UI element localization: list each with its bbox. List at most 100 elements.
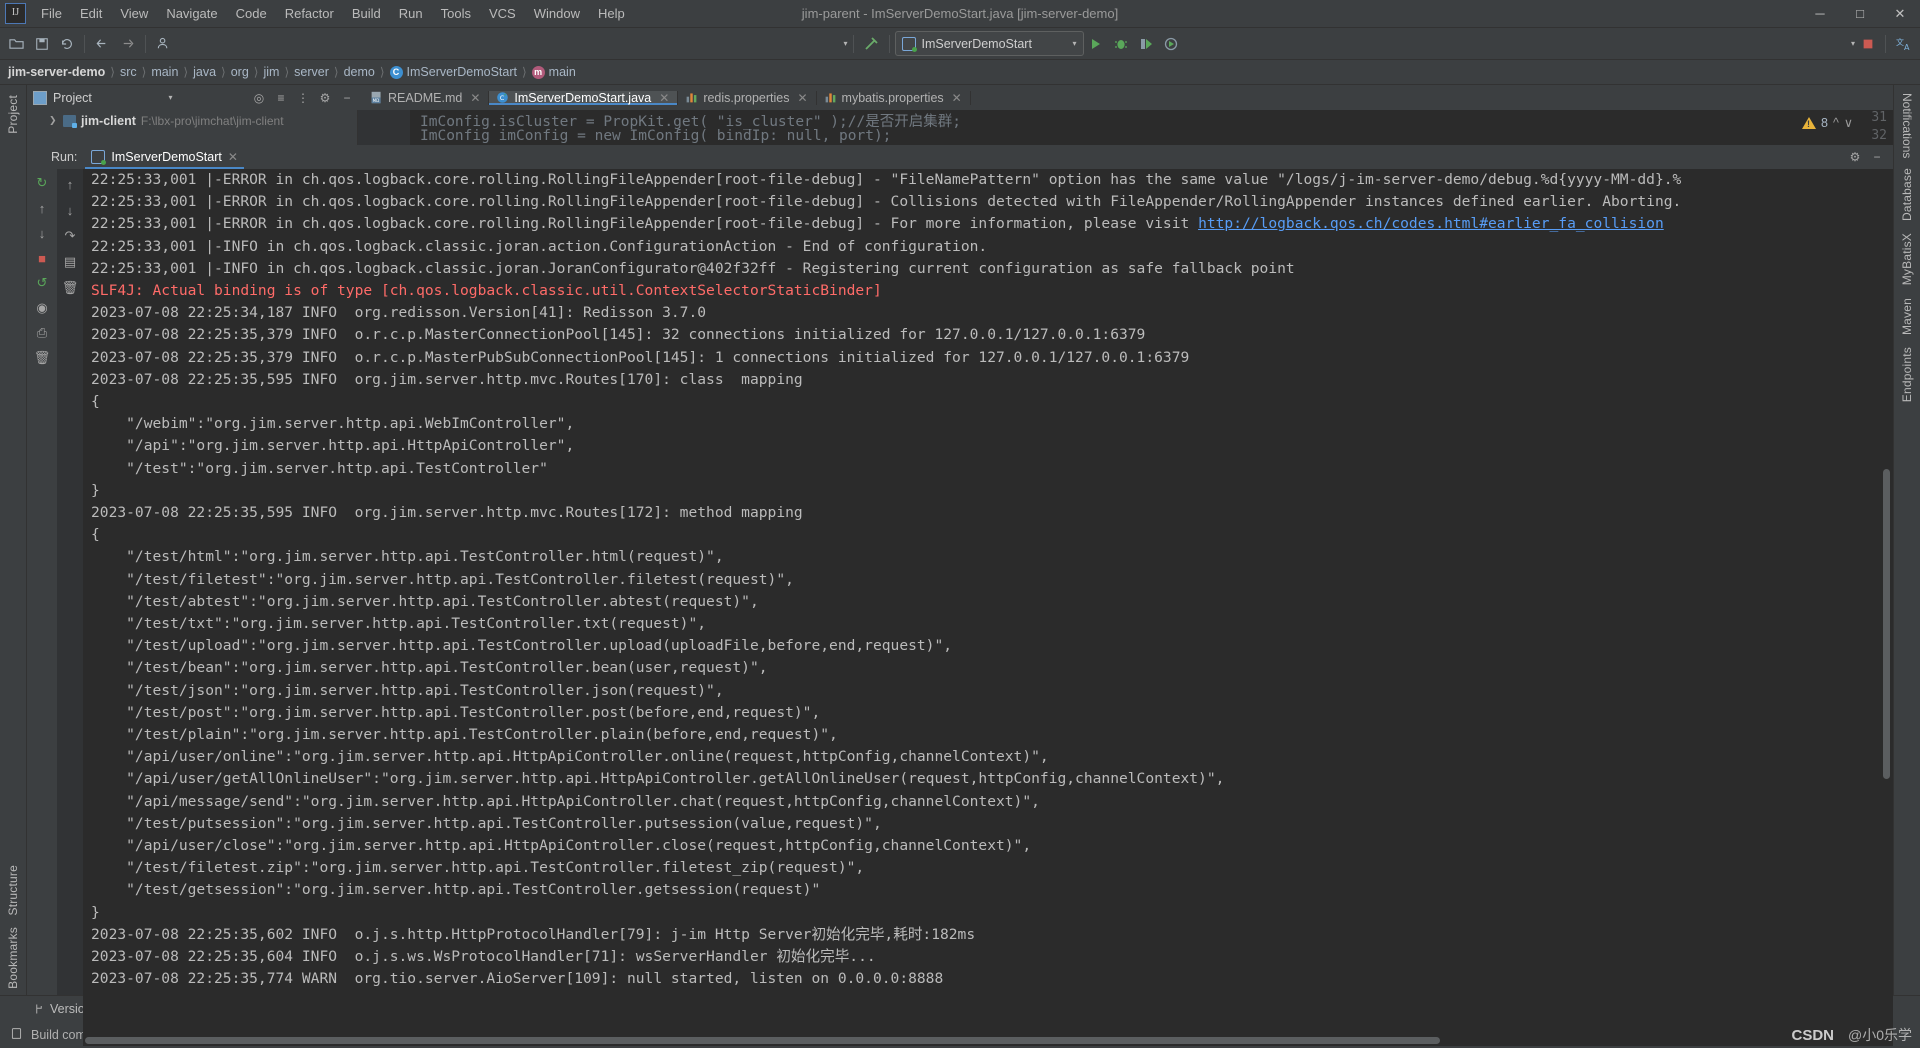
close-icon[interactable]: ✕ (797, 91, 807, 105)
console-line: 22:25:33,001 |-ERROR in ch.qos.logback.c… (91, 193, 1682, 211)
close-icon[interactable]: ✕ (470, 91, 480, 105)
minimize-icon[interactable]: − (1867, 147, 1887, 167)
run-console[interactable]: 22:25:33,001 |-ERROR in ch.qos.logback.c… (83, 169, 1893, 1046)
menu-item-help[interactable]: Help (589, 3, 634, 24)
menu-item-vcs[interactable]: VCS (480, 3, 525, 24)
project-tree-panel[interactable]: ❯ jim-client F:\lbx-pro\jimchat\jim-clie… (27, 110, 358, 145)
menu-item-build[interactable]: Build (343, 3, 390, 24)
camera-icon[interactable]: ◉ (31, 297, 53, 319)
editor-tab-imserverdemostart[interactable]: C ImServerDemoStart.java ✕ (489, 90, 679, 105)
translate-icon[interactable]: 文A (1891, 31, 1916, 56)
breadcrumb-item-9[interactable]: main (549, 65, 576, 79)
forward-arrow-icon[interactable] (115, 31, 140, 56)
gear-icon[interactable]: ⚙ (315, 88, 335, 108)
breadcrumb-item-8[interactable]: ImServerDemoStart (407, 65, 517, 79)
console-vertical-scrollbar-thumb[interactable] (1883, 469, 1890, 779)
editor-tab-readme[interactable]: MD README.md ✕ (363, 90, 490, 105)
delete-icon[interactable]: 🗑 (59, 277, 81, 299)
breadcrumb-item-3[interactable]: java (193, 65, 216, 79)
breadcrumb-item-5[interactable]: jim (263, 65, 279, 79)
chevron-down-icon[interactable]: ∨ (1844, 115, 1853, 130)
chevron-down-icon[interactable]: ▾ (1072, 39, 1076, 48)
close-icon[interactable]: ✕ (228, 150, 238, 164)
breadcrumb-item-7[interactable]: demo (344, 65, 375, 79)
editor-tab-redis-properties[interactable]: redis.properties ✕ (678, 90, 817, 105)
menu-item-edit[interactable]: Edit (71, 3, 111, 24)
run-with-coverage-icon[interactable] (1134, 31, 1159, 56)
menu-item-file[interactable]: File (32, 3, 71, 24)
console-horizontal-scrollbar[interactable] (83, 1035, 1893, 1046)
menu-item-navigate[interactable]: Navigate (157, 3, 226, 24)
gear-icon[interactable]: ⚙ (1845, 147, 1865, 167)
sidebar-item-bookmarks[interactable]: Bookmarks (6, 921, 20, 995)
sidebar-item-database[interactable]: Database (1900, 162, 1914, 227)
soft-wrap-icon[interactable]: ↷ (59, 225, 81, 247)
trash-icon[interactable]: 🗑 (31, 347, 53, 369)
debug-icon[interactable] (1109, 31, 1134, 56)
breadcrumb-item-1[interactable]: src (120, 65, 137, 79)
project-scope-caret-icon[interactable]: ▾ (168, 93, 172, 102)
run-session-tab[interactable]: ImServerDemoStart ✕ (85, 145, 244, 169)
menu-item-run[interactable]: Run (390, 3, 432, 24)
inspection-warning-badge[interactable]: 8 ^ ∨ (1802, 115, 1853, 130)
sync-icon[interactable] (54, 31, 79, 56)
up-arrow-icon[interactable]: ↑ (31, 197, 53, 219)
run-config-class-icon (901, 36, 917, 52)
locate-file-icon[interactable]: ◎ (249, 88, 269, 108)
menu-item-code[interactable]: Code (227, 3, 276, 24)
chevron-right-icon[interactable]: ❯ (49, 115, 58, 126)
notifications-label[interactable]: Notifications (1900, 89, 1914, 162)
editor-tab-label: redis.properties (703, 90, 790, 105)
breadcrumb-item-4[interactable]: org (231, 65, 249, 79)
hide-panel-icon[interactable]: − (337, 88, 357, 108)
restart-icon[interactable]: ↺ (31, 272, 53, 294)
editor-tab-mybatis-properties[interactable]: mybatis.properties ✕ (817, 90, 971, 105)
document-icon (10, 1027, 23, 1043)
sidebar-item-project[interactable]: Project (6, 89, 20, 140)
profiler-run-icon[interactable] (1159, 31, 1184, 56)
scroll-to-top-icon[interactable]: ↑ (59, 173, 81, 195)
breadcrumb-item-2[interactable]: main (151, 65, 178, 79)
sidebar-item-structure[interactable]: Structure (6, 859, 20, 922)
chevron-up-icon[interactable]: ^ (1833, 116, 1839, 130)
back-arrow-icon[interactable] (90, 31, 115, 56)
scroll-to-bottom-icon[interactable]: ↓ (59, 199, 81, 221)
print-icon[interactable]: ⎙ (31, 322, 53, 344)
down-arrow-icon[interactable]: ↓ (31, 222, 53, 244)
rerun-icon[interactable]: ↻ (31, 172, 53, 194)
close-button[interactable]: ✕ (1880, 1, 1920, 27)
stop-icon[interactable] (1855, 31, 1880, 56)
breadcrumb-item-6[interactable]: server (294, 65, 329, 79)
sidebar-item-endpoints[interactable]: Endpoints (1900, 341, 1914, 408)
menu-item-view[interactable]: View (111, 3, 157, 24)
md-file-icon: MD (371, 91, 381, 104)
open-folder-icon[interactable] (4, 31, 29, 56)
breadcrumb-item-0[interactable]: jim-server-demo (8, 65, 105, 79)
build-hammer-icon[interactable] (859, 31, 884, 56)
expand-all-icon[interactable]: ≡ (271, 88, 291, 108)
sidebar-item-maven[interactable]: Maven (1900, 292, 1914, 341)
profile-icon[interactable] (151, 31, 176, 56)
console-link[interactable]: http://logback.qos.ch/codes.html#earlier… (1198, 215, 1664, 232)
collapse-all-icon[interactable]: ⋮ (293, 88, 313, 108)
menu-item-tools[interactable]: Tools (432, 3, 480, 24)
close-icon[interactable]: ✕ (659, 91, 669, 105)
profile-dropdown-caret-icon[interactable]: ▾ (843, 39, 847, 48)
console-line: 2023-07-08 22:25:35,774 WARN org.tio.ser… (91, 970, 944, 988)
close-icon[interactable]: ✕ (952, 91, 962, 105)
run-configuration-selector[interactable]: ImServerDemoStart ▾ (894, 31, 1084, 56)
toolbar-filter-icon[interactable]: ▤ (59, 251, 81, 273)
stop-red-icon[interactable]: ■ (31, 247, 53, 269)
save-icon[interactable] (29, 31, 54, 56)
project-icon (33, 90, 47, 105)
code-editor[interactable]: 31 32 ImConfig.isCluster = PropKit.get( … (358, 110, 1893, 145)
run-icon[interactable] (1084, 31, 1109, 56)
sidebar-item-mybatisx[interactable]: MyBatisX (1900, 227, 1914, 291)
right-tool-rail: Notifications Database MyBatisX Maven En… (1893, 85, 1920, 995)
menu-item-window[interactable]: Window (525, 3, 589, 24)
list-item[interactable]: ❯ jim-client F:\lbx-pro\jimchat\jim-clie… (27, 110, 357, 131)
maximize-button[interactable]: □ (1840, 1, 1880, 27)
menu-item-refactor[interactable]: Refactor (276, 3, 343, 24)
console-horizontal-scrollbar-thumb[interactable] (85, 1037, 1440, 1044)
minimize-button[interactable]: ─ (1800, 1, 1840, 27)
